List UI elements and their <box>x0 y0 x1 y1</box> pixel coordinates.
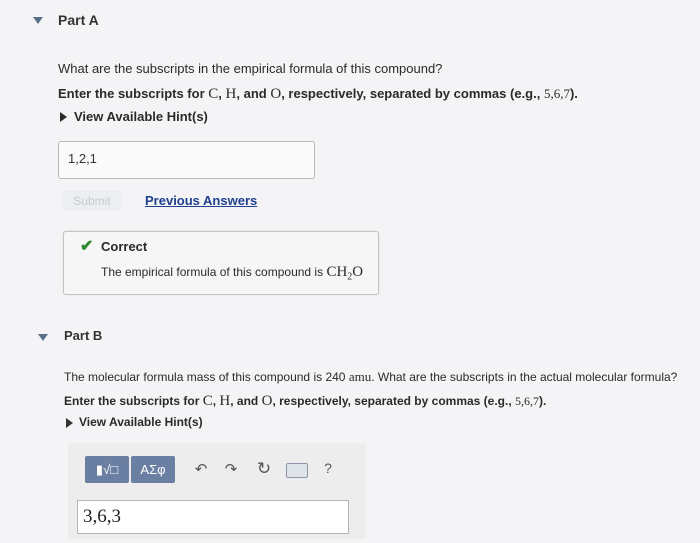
part-b-instruction: Enter the subscripts for C, H, and O, re… <box>64 393 547 409</box>
part-a-answer-field[interactable]: 1,2,1 <box>58 141 315 179</box>
part-b-title: Part B <box>64 328 103 343</box>
submit-button[interactable]: Submit <box>63 191 121 211</box>
templates-button[interactable]: ▮√□ <box>85 456 129 483</box>
part-a-hint-arrow-icon[interactable] <box>60 112 67 122</box>
part-a-question: What are the subscripts in the empirical… <box>58 61 443 76</box>
part-b-view-hints-link[interactable]: View Available Hint(s) <box>79 415 203 429</box>
part-b-answer-field[interactable]: 3,6,3 <box>77 500 349 534</box>
collapse-part-a-icon[interactable] <box>33 17 43 24</box>
part-a-title: Part A <box>58 12 99 28</box>
part-b-hint-arrow-icon[interactable] <box>66 418 73 428</box>
part-a-view-hints-link[interactable]: View Available Hint(s) <box>74 109 208 124</box>
collapse-part-b-icon[interactable] <box>38 334 48 341</box>
keyboard-icon[interactable] <box>286 463 308 478</box>
feedback-text: The empirical formula of this compound i… <box>101 264 364 283</box>
correct-label: Correct <box>101 239 148 254</box>
part-b-question: The molecular formula mass of this compo… <box>64 369 678 384</box>
checkmark-icon: ✔ <box>80 238 94 255</box>
redo-icon[interactable]: ↷ <box>222 460 240 478</box>
undo-icon[interactable]: ↶ <box>192 460 210 478</box>
help-icon[interactable]: ? <box>320 460 336 476</box>
part-a-instruction: Enter the subscripts for C, H, and O, re… <box>58 86 578 102</box>
symbols-button[interactable]: ΑΣφ <box>131 456 175 483</box>
previous-answers-link[interactable]: Previous Answers <box>145 193 257 208</box>
part-a-answer-value: 1,2,1 <box>68 151 97 166</box>
reset-icon[interactable]: ↻ <box>255 459 273 479</box>
correct-feedback-box: ✔ Correct The empirical formula of this … <box>63 231 379 295</box>
part-b-answer-value: 3,6,3 <box>83 506 121 527</box>
